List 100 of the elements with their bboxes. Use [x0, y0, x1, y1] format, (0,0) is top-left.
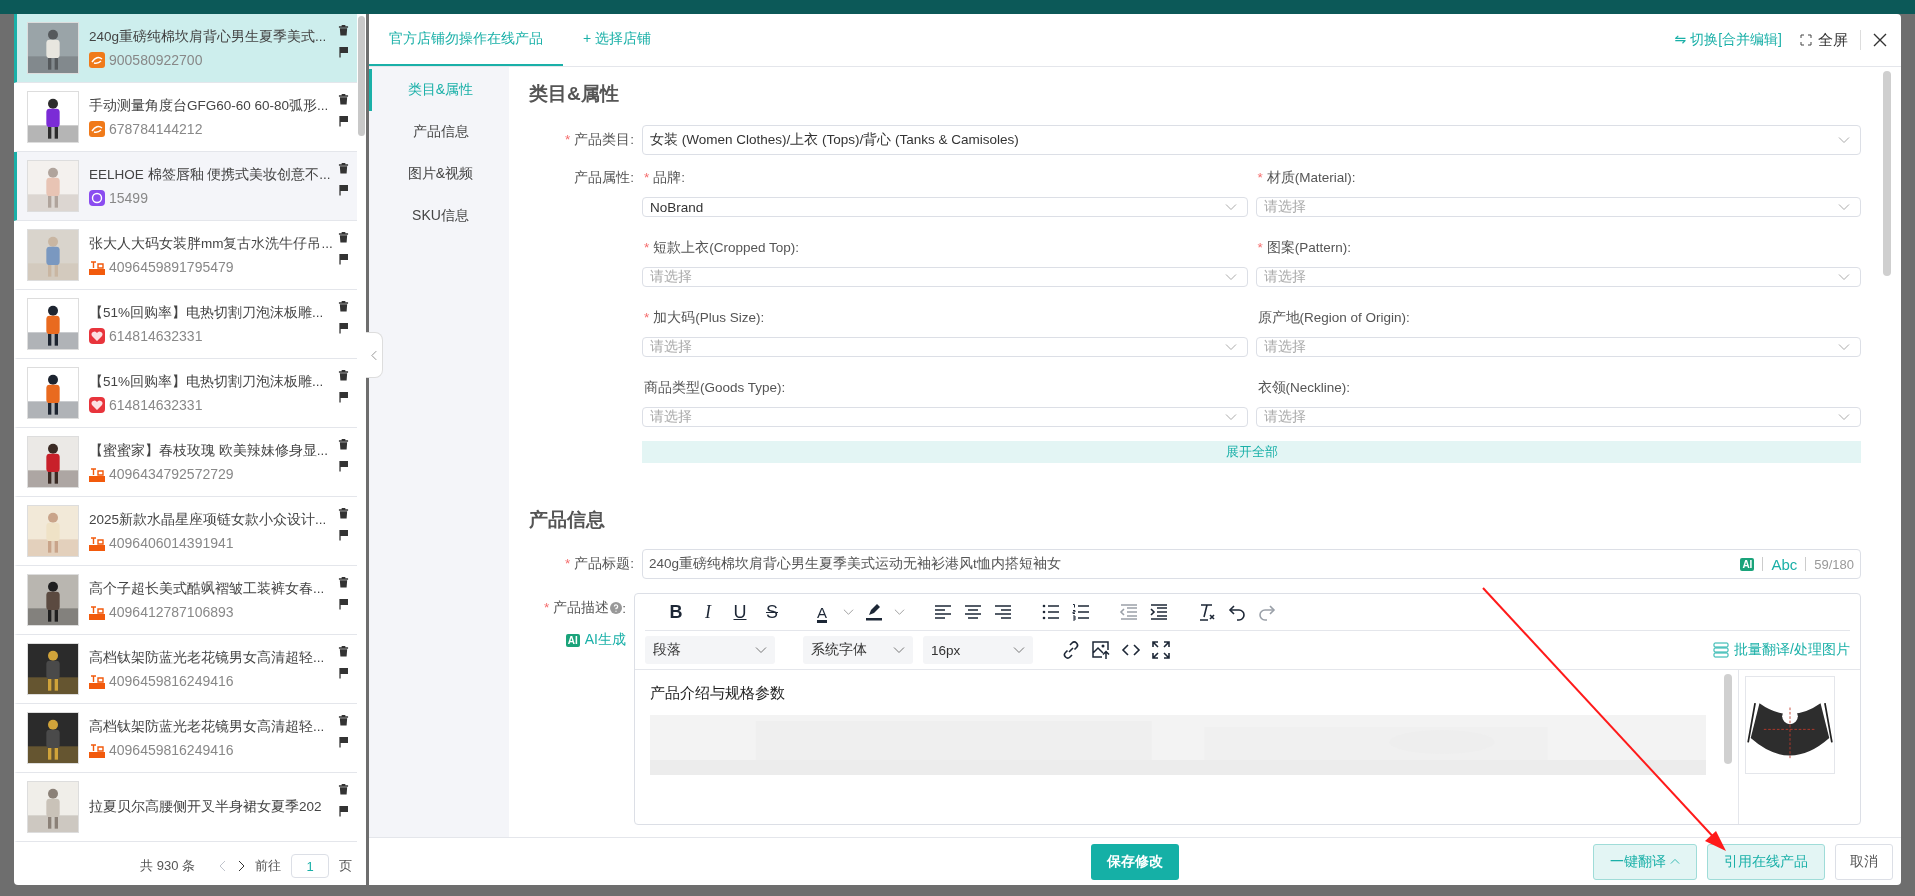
flag-icon[interactable] — [338, 184, 349, 196]
trash-icon[interactable] — [338, 369, 349, 381]
field-label: * 产品类目: — [563, 131, 635, 149]
align-right-icon[interactable] — [993, 602, 1013, 622]
product-list-item[interactable]: 【蜜蜜家】春枝玫瑰 欧美辣妹修身显... 4096434792572729 — [14, 428, 357, 497]
attribute-label: * 加大码(Plus Size): — [643, 309, 766, 327]
undo-icon[interactable] — [1227, 602, 1247, 622]
trash-icon[interactable] — [338, 162, 349, 174]
flag-icon[interactable] — [338, 598, 349, 610]
editor-select[interactable]: 段落 — [645, 636, 775, 664]
expand-icon — [1800, 34, 1812, 46]
trash-icon[interactable] — [338, 438, 349, 450]
flag-icon[interactable] — [338, 667, 349, 679]
product-list-item[interactable]: 高个子超长美式酷飒褶皱工装裤女春... 4096412787106893 — [14, 566, 357, 635]
flag-icon[interactable] — [338, 805, 349, 817]
product-list-item[interactable]: 【51%回购率】电热切割刀泡沫板雕... 614814632331 — [14, 359, 357, 428]
image-upload-icon[interactable] — [1091, 640, 1111, 660]
product-title: EELHOE 棉签唇釉 便携式美妆创意不... — [89, 166, 328, 184]
product-list-item[interactable]: 2025新款水晶星座项链女款小众设计... 4096406014391941 — [14, 497, 357, 566]
expand-icon[interactable] — [1151, 640, 1171, 660]
scrollbar[interactable] — [1724, 674, 1732, 764]
product-id: 4096412787106893 — [109, 604, 234, 620]
close-icon[interactable] — [1873, 33, 1887, 47]
highlighter-icon[interactable] — [864, 602, 884, 622]
product-title: 【51%回购率】电热切割刀泡沫板雕... — [89, 373, 325, 391]
scrollbar[interactable] — [358, 16, 365, 136]
flag-icon[interactable] — [338, 460, 349, 472]
format-button[interactable]: B — [665, 601, 687, 623]
chevron-down-icon — [1224, 203, 1237, 211]
cancel-button[interactable]: 取消 — [1835, 843, 1893, 880]
trash-icon[interactable] — [338, 507, 349, 519]
nav-item[interactable]: SKU信息 — [369, 195, 509, 237]
marketplace-icon — [89, 190, 105, 206]
product-list-item[interactable]: 手动测量角度台GFG60-60 60-80弧形... 678784144212 — [14, 83, 357, 152]
editor-select[interactable]: 16px — [923, 636, 1033, 664]
product-list-item[interactable]: 高档钛架防蓝光老花镜男女高清超轻... 4096459816249416 — [14, 704, 357, 773]
product-id: 4096434792572729 — [109, 466, 234, 482]
product-list-item[interactable]: 张大人大码女装胖mm复古水洗牛仔吊... 4096459891795479 — [14, 221, 357, 290]
field-label: * 产品描述 — [543, 599, 610, 617]
trash-icon[interactable] — [338, 645, 349, 657]
section-heading: 产品信息 — [529, 508, 606, 532]
product-list-item[interactable]: EELHOE 棉签唇釉 便携式美妆创意不... 15499 — [14, 152, 357, 221]
nav-item[interactable]: 产品信息 — [369, 111, 509, 153]
numbered-list-icon[interactable] — [1071, 602, 1091, 622]
attribute-label: 商品类型(Goods Type): — [643, 379, 787, 397]
total-count: 共 930 条 — [140, 857, 195, 875]
flag-icon[interactable] — [338, 529, 349, 541]
product-title: 【51%回购率】电热切割刀泡沫板雕... — [89, 304, 325, 322]
category-select[interactable]: 女装 (Women Clothes)/上衣 (Tops)/背心 (Tanks & Camisoles) — [642, 125, 1861, 155]
trash-icon[interactable] — [338, 231, 349, 243]
collapse-handle[interactable] — [366, 332, 383, 378]
text-color-button[interactable]: A — [811, 603, 833, 621]
indent-icon[interactable] — [1149, 602, 1169, 622]
attribute-select[interactable]: NoBrand — [642, 197, 1248, 217]
layers-icon — [1713, 642, 1730, 658]
flag-icon[interactable] — [338, 391, 349, 403]
trash-icon[interactable] — [338, 576, 349, 588]
flag-icon[interactable] — [338, 253, 349, 265]
product-list-item[interactable]: 240g重磅纯棉坎肩背心男生夏季美式... 900580922700 — [14, 14, 357, 83]
flag-icon[interactable] — [338, 115, 349, 127]
rich-text-editor[interactable]: B I U S A 段落 系统字体 16px 批量翻译/处理图片 产品介绍与规格参数 — [634, 593, 1861, 825]
chevron-down-icon — [1838, 413, 1850, 421]
editor-select[interactable]: 系统字体 — [803, 636, 913, 664]
align-left-icon[interactable] — [933, 602, 953, 622]
attribute-label: 衣领(Neckline): — [1256, 379, 1351, 397]
attribute-label: * 品牌: — [643, 169, 687, 187]
attribute-label: 原产地(Region of Origin): — [1256, 309, 1411, 327]
fullscreen-button[interactable]: 全屏 — [1800, 14, 1848, 66]
next-page-icon[interactable] — [237, 860, 245, 872]
label-colon: : — [622, 600, 626, 616]
attribute-label: * 材质(Material): — [1256, 169, 1357, 187]
help-icon[interactable] — [610, 602, 623, 614]
trash-icon[interactable] — [338, 783, 349, 795]
product-list-item[interactable]: 【51%回购率】电热切割刀泡沫板雕... 614814632331 — [14, 290, 357, 359]
marketplace-icon — [89, 604, 105, 620]
trash-icon[interactable] — [338, 300, 349, 312]
chevron-down-icon — [1013, 646, 1025, 654]
product-list-item[interactable]: 高档钛架防蓝光老花镜男女高清超轻... 4096459816249416 — [14, 635, 357, 704]
format-button[interactable]: S — [761, 601, 783, 623]
flag-icon[interactable] — [338, 322, 349, 334]
align-center-icon[interactable] — [963, 602, 983, 622]
trash-icon[interactable] — [338, 93, 349, 105]
product-id: 4096459816249416 — [109, 673, 234, 689]
scrollbar[interactable] — [1883, 71, 1891, 276]
flag-icon[interactable] — [338, 736, 349, 748]
flag-icon[interactable] — [338, 46, 349, 58]
product-title: 高档钛架防蓝光老花镜男女高清超轻... — [89, 718, 326, 736]
trash-icon[interactable] — [338, 24, 349, 36]
field-label: * 产品标题: — [563, 555, 635, 573]
bulleted-list-icon[interactable] — [1041, 602, 1061, 622]
marketplace-icon — [89, 535, 105, 551]
link-icon[interactable] — [1061, 640, 1081, 660]
nav-item[interactable]: 图片&视频 — [369, 153, 509, 195]
chevron-down-icon — [1838, 273, 1850, 281]
product-list-item[interactable]: 拉夏贝尔高腰侧开叉半身裙女夏季202 — [14, 773, 357, 842]
product-title: 高个子超长美式酷飒褶皱工装裤女春... — [89, 580, 326, 598]
format-button[interactable]: U — [729, 601, 751, 623]
format-button[interactable]: I — [697, 601, 719, 623]
trash-icon[interactable] — [338, 714, 349, 726]
clear-format-icon[interactable] — [1197, 602, 1217, 622]
